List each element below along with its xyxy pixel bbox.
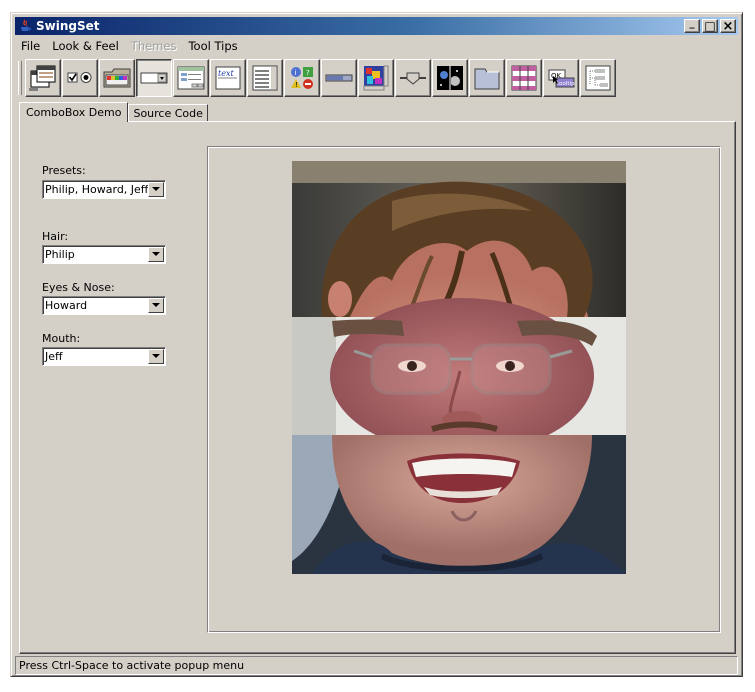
minimize-icon: _: [689, 18, 695, 29]
minimize-button[interactable]: _: [684, 19, 700, 33]
tree-demo-button[interactable]: [580, 59, 616, 97]
tab-strip: ComboBox Demo Source Code: [19, 102, 208, 122]
eyes-nose-value: Howard: [45, 299, 88, 312]
scroll-pane-demo-icon: [363, 65, 389, 91]
presets-value: Philip, Howard, Jeff: [45, 183, 148, 196]
eyes-nose-dropdown-button[interactable]: [148, 298, 164, 313]
table-demo-icon: [511, 65, 537, 91]
progress-bar-demo-icon: [325, 74, 353, 82]
toolbar-grip[interactable]: [18, 61, 22, 95]
mouth-label: Mouth:: [42, 332, 81, 345]
checkbox-radio-demo-button[interactable]: [62, 59, 98, 97]
split-pane-demo-button[interactable]: [432, 59, 468, 97]
hair-label: Hair:: [42, 230, 69, 243]
internal-frame-demo-button[interactable]: [25, 59, 61, 97]
mouth-value: Jeff: [45, 350, 63, 363]
face-display-panel: [207, 146, 721, 633]
menu-look-and-feel[interactable]: Look & Feel: [46, 39, 125, 53]
combobox-demo-icon: [140, 72, 168, 84]
tab-source-code[interactable]: Source Code: [128, 104, 208, 122]
tabbed-pane-demo-icon: [474, 68, 500, 90]
menu-themes[interactable]: Themes: [125, 39, 183, 53]
option-pane-demo-button[interactable]: i ? !: [284, 59, 320, 97]
demo-toolbar: text i ? ! OK tooltip: [16, 57, 738, 99]
presets-dropdown-button[interactable]: [148, 182, 164, 197]
menu-bar: File Look & Feel Themes Tool Tips: [15, 37, 738, 55]
composite-face-image: [292, 161, 626, 574]
close-icon: ×: [722, 18, 734, 34]
progress-bar-demo-button[interactable]: [321, 59, 357, 97]
menu-tool-tips[interactable]: Tool Tips: [182, 39, 243, 53]
hair-value: Philip: [45, 248, 75, 261]
combobox-demo-button[interactable]: [136, 59, 172, 97]
split-pane-demo-icon: [437, 66, 463, 90]
svg-text:!: !: [295, 81, 298, 89]
chevron-down-icon: [152, 252, 160, 256]
eyes-nose-segment: [292, 298, 626, 454]
title-bar[interactable]: SwingSet _ □ ×: [15, 17, 738, 35]
tree-demo-icon: [585, 65, 611, 91]
html-editor-demo-icon: text: [215, 66, 241, 90]
checkbox-radio-demo-icon: [67, 72, 92, 83]
color-chooser-demo-button[interactable]: [99, 59, 135, 97]
html-editor-demo-button[interactable]: text: [210, 59, 246, 97]
status-bar: Press Ctrl-Space to activate popup menu: [15, 656, 738, 675]
tooltip-icon-label: tooltip: [557, 81, 575, 87]
color-chooser-demo-icon: [103, 68, 131, 88]
scroll-pane-demo-button[interactable]: [358, 59, 394, 97]
window-title: SwingSet: [36, 19, 100, 33]
tab-combobox-demo[interactable]: ComboBox Demo: [19, 102, 129, 122]
presets-combobox[interactable]: Philip, Howard, Jeff: [42, 180, 166, 199]
combobox-demo-panel: Presets: Philip, Howard, Jeff Hair: Phil…: [19, 121, 736, 654]
chevron-down-icon: [152, 354, 160, 358]
tooltip-demo-button[interactable]: OK tooltip: [543, 59, 579, 97]
hair-combobox[interactable]: Philip: [42, 245, 166, 264]
swingset-window: SwingSet _ □ × File Look & Feel Themes T…: [10, 12, 743, 677]
eyes-nose-combobox[interactable]: Howard: [42, 296, 166, 315]
mouth-dropdown-button[interactable]: [148, 349, 164, 364]
table-demo-button[interactable]: [506, 59, 542, 97]
file-chooser-demo-button[interactable]: [173, 59, 209, 97]
hair-dropdown-button[interactable]: [148, 247, 164, 262]
menu-file[interactable]: File: [15, 39, 46, 53]
maximize-button[interactable]: □: [702, 19, 718, 33]
chevron-down-icon: [152, 187, 160, 191]
mouth-combobox[interactable]: Jeff: [42, 347, 166, 366]
java-cup-icon: [18, 19, 32, 33]
chevron-down-icon: [152, 303, 160, 307]
svg-text:i: i: [295, 69, 297, 77]
option-pane-demo-icon: i ? !: [291, 67, 313, 89]
presets-label: Presets:: [42, 164, 86, 177]
list-demo-button[interactable]: [247, 59, 283, 97]
text-icon-label: text: [218, 69, 234, 78]
slider-demo-icon: [400, 72, 426, 85]
eyes-nose-label: Eyes & Nose:: [42, 281, 115, 294]
tabbed-pane-demo-button[interactable]: [469, 59, 505, 97]
svg-text:?: ?: [306, 69, 310, 77]
file-chooser-demo-icon: [177, 66, 205, 90]
status-text: Press Ctrl-Space to activate popup menu: [19, 659, 245, 672]
internal-frame-demo-icon: [29, 65, 56, 91]
slider-demo-button[interactable]: [395, 59, 431, 97]
tooltip-demo-icon: OK tooltip: [548, 69, 575, 88]
maximize-icon: □: [704, 19, 716, 33]
close-button[interactable]: ×: [720, 19, 736, 33]
list-demo-icon: [252, 65, 278, 91]
mouth-segment: [292, 435, 626, 574]
